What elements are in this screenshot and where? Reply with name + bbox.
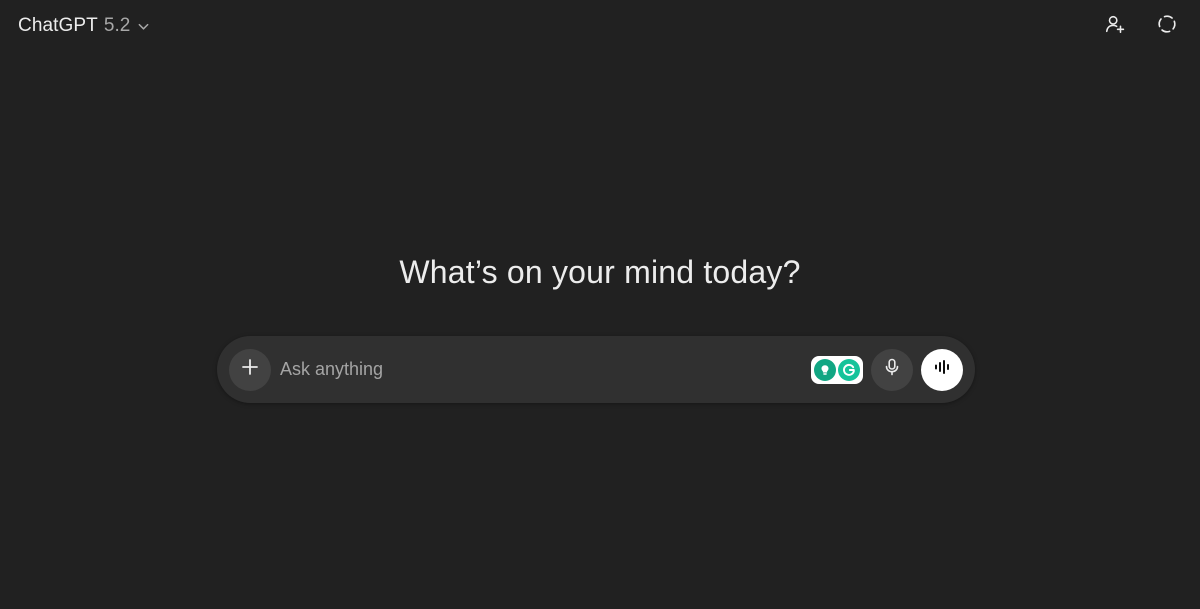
chatgpt-app: ChatGPT 5.2 What’s on your mind today? A…: [0, 0, 1200, 609]
page-title: What’s on your mind today?: [399, 254, 801, 290]
dictate-button[interactable]: [871, 348, 913, 391]
model-version: 5.2: [103, 15, 131, 36]
temporary-chat-button[interactable]: [1148, 7, 1186, 45]
grammarly-icon: [838, 358, 860, 381]
plus-icon: [240, 357, 260, 382]
header-actions: [1096, 7, 1186, 45]
extension-badge[interactable]: [811, 355, 863, 384]
microphone-icon: [882, 357, 902, 382]
dashed-circle-icon: [1156, 13, 1178, 40]
top-bar: ChatGPT 5.2: [0, 0, 1200, 52]
attach-button[interactable]: [229, 348, 271, 391]
prompt-input[interactable]: [280, 349, 811, 390]
chevron-down-icon: [136, 20, 150, 34]
model-selector-button[interactable]: ChatGPT 5.2: [16, 11, 152, 41]
share-button[interactable]: [1096, 7, 1134, 45]
prompt-composer: [217, 336, 975, 403]
add-person-icon: [1104, 13, 1126, 40]
lightbulb-icon: [814, 358, 836, 381]
waveform-icon: [932, 357, 952, 382]
model-name: ChatGPT: [18, 15, 98, 36]
voice-mode-button[interactable]: [921, 348, 963, 391]
